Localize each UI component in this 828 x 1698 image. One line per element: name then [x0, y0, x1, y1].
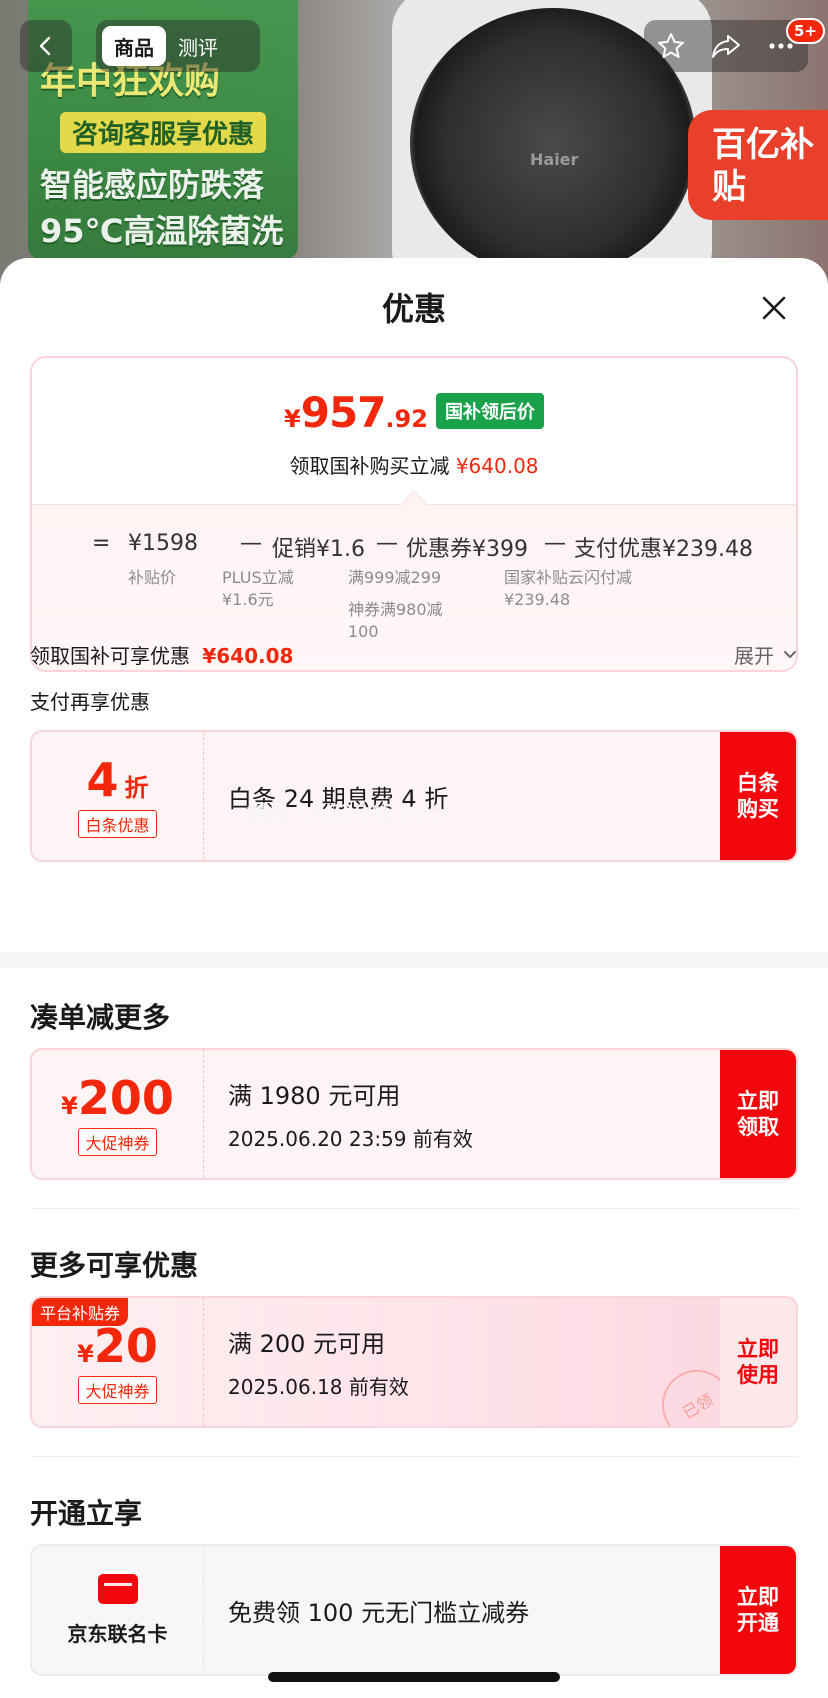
formula-sub-coupon: 满999减299 — [348, 568, 442, 587]
formula-sub-promo: PLUS立减 ¥1.6元 — [222, 568, 294, 609]
formula-minus: — — [240, 531, 262, 556]
coupon-20-amount: ¥ 20 — [77, 1320, 158, 1372]
baitiao-unit: 折 — [124, 774, 149, 802]
back-button[interactable] — [20, 20, 72, 72]
message-badge: 5+ — [786, 18, 826, 44]
subsidy-label: 领取国补可享优惠 — [30, 644, 190, 668]
formula-pay: 支付优惠¥239.48 — [574, 537, 753, 562]
price-tag: 国补领后价 — [435, 393, 544, 429]
jd-card-offer: 京东联名卡 免费领 100 元无门槛立减券 立即开通 — [30, 1544, 798, 1676]
formula-base: ¥1598 — [128, 531, 198, 556]
close-icon — [762, 296, 786, 320]
coupon-200-tag: 大促神券 — [78, 1128, 157, 1156]
divider — [30, 1208, 798, 1209]
watermark: 慢星人4630423SK — [246, 802, 439, 827]
price-description: 领取国补购买立减 ¥640.08 — [32, 450, 796, 479]
chevron-left-icon — [39, 36, 51, 56]
tab-review[interactable]: 测评 — [166, 26, 230, 66]
coupon-200-condition: 满 1980 元可用 — [228, 1082, 401, 1110]
use-coupon-button[interactable]: 立即使用 — [720, 1298, 796, 1426]
coupon-20-value: 20 — [93, 1319, 158, 1373]
sheet-title: 优惠 — [381, 290, 446, 328]
claim-coupon-button[interactable]: 立即领取 — [720, 1050, 796, 1178]
section-divider — [0, 952, 828, 968]
expand-label: 展开 — [734, 644, 774, 668]
nav-actions — [644, 20, 808, 72]
baitiao-tag: 白条优惠 — [78, 810, 157, 838]
baitiao-amount: 4 — [86, 753, 119, 807]
coupon-200-value: 200 — [77, 1071, 174, 1125]
chevron-down-icon — [784, 650, 796, 658]
coupon-20-expiry: 2025.06.18 前有效 — [228, 1375, 409, 1399]
subsidy-amount: ¥640.08 — [202, 644, 294, 668]
share-icon[interactable] — [710, 31, 742, 61]
formula-coupon: 优惠券¥399 — [406, 537, 528, 562]
coupon-200-card: ¥ 200 大促神券 满 1980 元可用 2025.06.20 23:59 前… — [30, 1048, 798, 1180]
section-title-open: 开通立享 — [30, 1497, 143, 1530]
price-summary: ¥ 957 .92 国补领后价 领取国补购买立减 ¥640.08 = ¥1598… — [30, 356, 798, 672]
coupon-200-amount: ¥ 200 — [61, 1072, 174, 1124]
coupon-200-expiry: 2025.06.20 23:59 前有效 — [228, 1127, 473, 1151]
section-title-more-order: 凑单减更多 — [30, 1001, 171, 1034]
subsidy-line: 领取国补可享优惠 ¥640.08 — [30, 640, 798, 669]
baitiao-buy-button[interactable]: 白条购买 — [720, 732, 796, 860]
tab-product[interactable]: 商品 — [102, 26, 166, 66]
poster-line: 智能感应防跌落 — [40, 166, 265, 204]
formula-equals: = — [92, 531, 111, 556]
divider — [30, 1456, 798, 1457]
home-indicator — [268, 1672, 560, 1682]
baitiao-discount: 4 折 — [86, 754, 148, 806]
final-price-integer: 957 — [300, 388, 387, 437]
coupon-200-currency: ¥ — [61, 1092, 78, 1120]
nav-tabs: 商品 测评 — [96, 20, 260, 72]
coupon-20-card: 平台补贴券 ¥ 20 大促神券 满 200 元可用 2025.06.18 前有效… — [30, 1296, 798, 1428]
formula-promo: 促销¥1.6 — [272, 537, 365, 562]
pay-line: 支付再享优惠 — [30, 690, 150, 714]
coupon-20-tag: 大促神券 — [78, 1376, 157, 1404]
coupon-20-condition: 满 200 元可用 — [228, 1330, 386, 1358]
final-price-decimal: .92 — [385, 405, 428, 433]
formula-sub-coupon: 神券满980减 100 — [348, 600, 443, 641]
price-desc-amount: ¥640.08 — [455, 454, 539, 478]
formula-minus: — — [376, 531, 398, 556]
poster-line: 咨询客服享优惠 — [60, 112, 267, 153]
star-icon[interactable] — [656, 31, 686, 61]
poster-line: 95℃高温除菌洗 — [40, 212, 284, 250]
section-title-more: 更多可享优惠 — [30, 1249, 199, 1282]
credit-card-icon — [97, 1573, 138, 1604]
jd-card-benefit: 免费领 100 元无门槛立减券 — [228, 1598, 530, 1627]
jd-card-name: 京东联名卡 — [67, 1621, 168, 1646]
formula-minus: — — [544, 531, 566, 556]
formula-sub-base: 补贴价 — [128, 568, 177, 587]
final-price: ¥ 957 .92 — [284, 388, 428, 437]
coupon-20-currency: ¥ — [77, 1340, 94, 1368]
price-desc-label: 领取国补购买立减 — [289, 454, 450, 478]
subsidy-badge: 百亿补贴 — [688, 110, 828, 220]
final-price-currency: ¥ — [284, 405, 301, 433]
formula-sub-pay: 国家补贴云闪付减 ¥239.48 — [504, 568, 633, 609]
brand-logo: Haier — [530, 150, 579, 169]
discount-sheet: 优惠 ¥ 957 .92 国补领后价 领取国补购买立减 ¥640.08 = ¥1… — [0, 258, 828, 1698]
open-card-button[interactable]: 立即开通 — [720, 1546, 796, 1674]
expand-toggle[interactable]: 展开 — [734, 640, 798, 669]
close-button[interactable] — [752, 286, 796, 330]
